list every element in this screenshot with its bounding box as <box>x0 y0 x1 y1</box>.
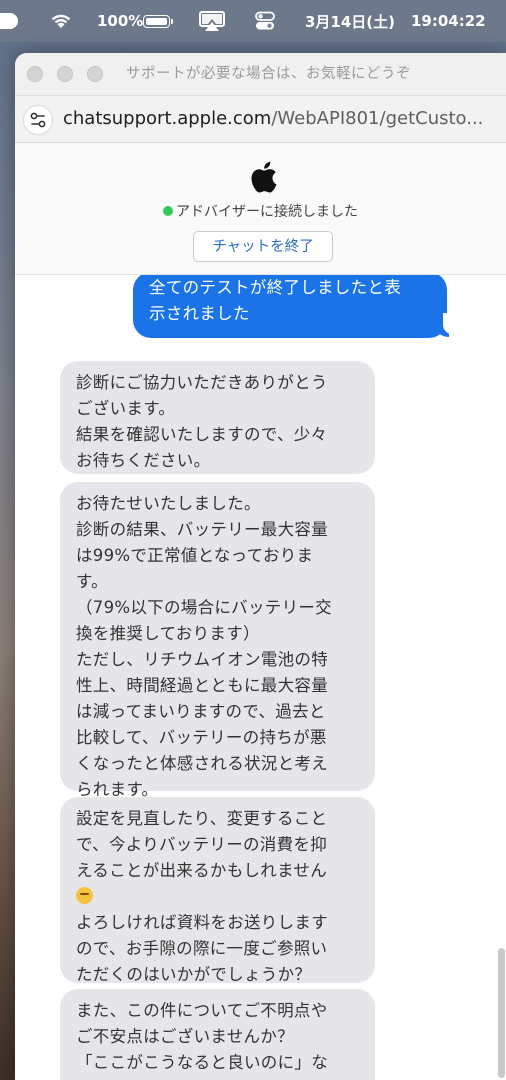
site-settings-icon[interactable] <box>23 105 53 135</box>
menu-bar: 100% 3月14日(土) 19:04:22 <box>0 0 506 42</box>
cloud-icon[interactable] <box>0 13 18 29</box>
minimize-window-button[interactable] <box>57 66 73 82</box>
url-path: /WebAPI801/getCusto... <box>271 108 484 129</box>
screen-mirroring-icon[interactable] <box>198 0 226 42</box>
chat-header: アドバイザーに接続しました チャットを終了 <box>15 143 506 275</box>
connection-status: アドバイザーに接続しました <box>15 201 506 221</box>
agent-message: 診断にご協力いただきありがとう ございます。 結果を確認いたしますので、少々 お… <box>60 361 375 474</box>
close-window-button[interactable] <box>27 66 43 82</box>
menubar-date[interactable]: 3月14日(土) <box>305 0 395 42</box>
control-center-icon[interactable] <box>255 0 275 42</box>
url-text[interactable]: chatsupport.apple.com/WebAPI801/getCusto… <box>63 96 493 142</box>
battery-icon[interactable] <box>143 0 173 42</box>
title-bar: サポートが必要な場合は、お気軽にどうぞ <box>15 53 506 95</box>
browser-window: サポートが必要な場合は、お気軽にどうぞ chatsupport.apple.co… <box>15 53 506 1080</box>
agent-message: 設定を見直したり、変更すること で、今よりバッテリーの消費を抑 えることが出来る… <box>60 797 375 984</box>
zoom-window-button[interactable] <box>87 66 103 82</box>
agent-message: お待たせいたしました。 診断の結果、バッテリー最大容量 は99%で正常値となって… <box>60 482 375 799</box>
scrollbar[interactable] <box>497 275 506 1080</box>
battery-percent[interactable]: 100% <box>97 0 143 42</box>
message-text: 設定を見直したり、変更すること で、今よりバッテリーの消費を抑 えることが出来る… <box>76 809 328 880</box>
status-dot-icon <box>163 206 173 216</box>
window-title: サポートが必要な場合は、お気軽にどうぞ <box>126 66 411 82</box>
end-chat-button[interactable]: チャットを終了 <box>193 231 333 262</box>
agent-message: また、この件についてご不明点や ご不安点はございませんか？ 「ここがこうなると良… <box>60 989 375 1080</box>
url-domain: chatsupport.apple.com <box>63 108 272 129</box>
thinking-face-icon <box>76 887 93 904</box>
menubar-clock[interactable]: 19:04:22 <box>411 0 486 42</box>
user-message: 全てのテストが終了しましたと表 示されました <box>133 275 447 338</box>
wifi-icon[interactable] <box>50 0 72 42</box>
address-bar[interactable]: chatsupport.apple.com/WebAPI801/getCusto… <box>15 95 506 143</box>
message-text: よろしければ資料をお送りします ので、お手隙の際に一度ご参照い ただくのはいかが… <box>76 913 328 984</box>
user-bubble-tail-mask <box>443 313 459 335</box>
scrollbar-thumb[interactable] <box>498 948 505 1078</box>
status-text: アドバイザーに接続しました <box>176 204 358 220</box>
message-list[interactable]: 全てのテストが終了しましたと表 示されました 診断にご協力いただきありがとう ご… <box>15 275 506 1080</box>
apple-logo-icon <box>251 161 277 193</box>
